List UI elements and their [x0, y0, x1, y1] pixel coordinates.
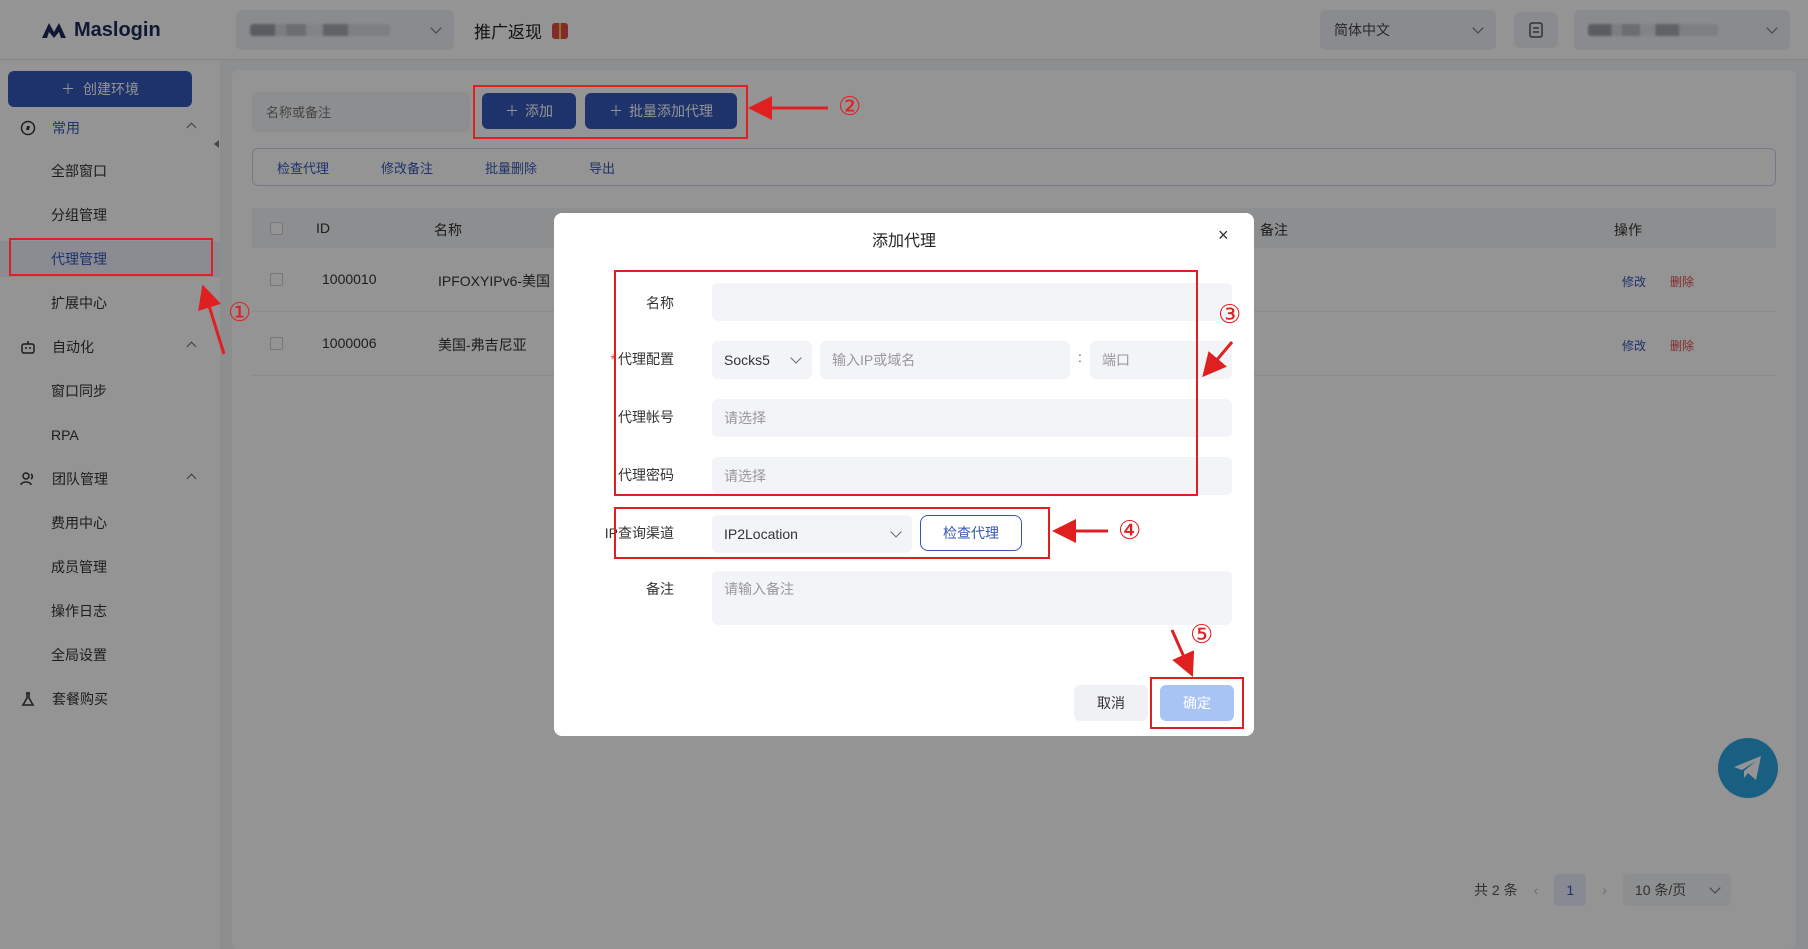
close-icon[interactable]: ×: [1218, 225, 1229, 246]
remark-textarea[interactable]: 请输入备注: [712, 571, 1232, 625]
annotation-number-4: ④: [1118, 516, 1142, 546]
annotation-number-2: ②: [838, 92, 862, 122]
annotation-box-1: [9, 238, 213, 276]
annotation-box-2: [473, 85, 748, 139]
annotation-number-1: ①: [228, 298, 252, 328]
remark-placeholder: 请输入备注: [724, 581, 794, 597]
cancel-button[interactable]: 取消: [1074, 685, 1148, 721]
annotation-box-4: [614, 507, 1050, 559]
annotation-number-3: ③: [1218, 300, 1242, 330]
annotation-number-5: ⑤: [1190, 620, 1214, 650]
annotation-box-5: [1150, 677, 1244, 729]
annotation-box-3: [614, 270, 1198, 496]
dialog-title: 添加代理: [871, 233, 936, 250]
remark-label: 备注: [646, 581, 674, 597]
